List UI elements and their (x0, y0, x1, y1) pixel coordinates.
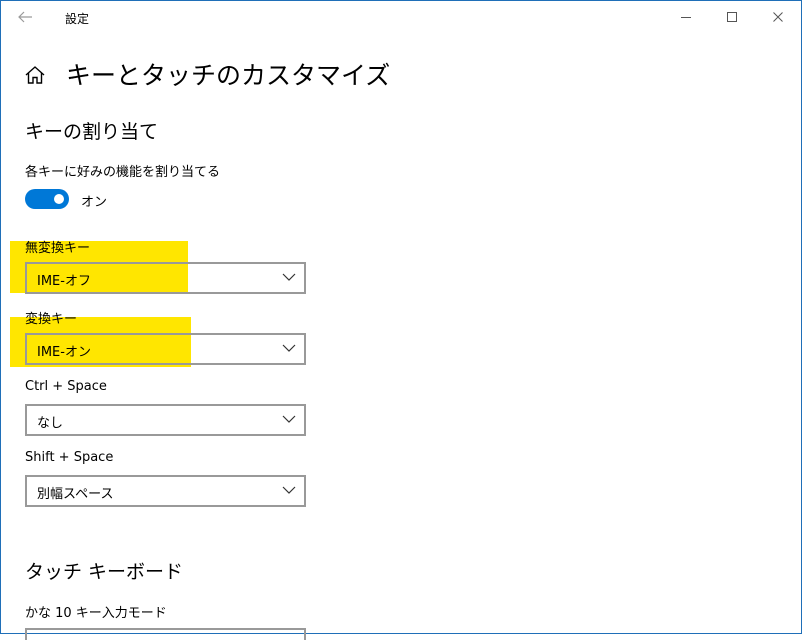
chevron-down-icon (282, 415, 296, 423)
henkan-label: 変換キー (25, 312, 78, 327)
ctrl-space-dropdown[interactable]: なし (25, 404, 306, 436)
henkan-dropdown[interactable]: IME-オン (25, 333, 306, 365)
key-assign-header: キーの割り当て (25, 121, 159, 143)
assign-toggle-label: 各キーに好みの機能を割り当てる (25, 165, 221, 180)
muhenkan-value: IME-オフ (37, 274, 91, 289)
assign-toggle[interactable] (25, 189, 69, 209)
close-icon (773, 12, 783, 22)
shift-space-label: Shift + Space (25, 450, 114, 465)
toggle-state-text: オン (81, 195, 108, 210)
home-icon (25, 66, 45, 84)
touch-keyboard-header: タッチ キーボード (25, 561, 184, 583)
back-button[interactable] (11, 5, 39, 29)
close-button[interactable] (755, 1, 801, 33)
maximize-icon (727, 12, 737, 22)
chevron-down-icon (282, 344, 296, 352)
chevron-down-icon (282, 486, 296, 494)
minimize-button[interactable] (663, 1, 709, 33)
muhenkan-label: 無変換キー (25, 241, 91, 256)
chevron-down-icon (282, 273, 296, 281)
title-bar: 設定 (1, 1, 801, 33)
kana-mode-label: かな 10 キー入力モード (25, 606, 167, 621)
maximize-button[interactable] (709, 1, 755, 33)
window-title: 設定 (65, 12, 90, 26)
minimize-icon (681, 17, 691, 18)
page-title: キーとタッチのカスタマイズ (66, 61, 391, 90)
henkan-value: IME-オン (37, 345, 91, 360)
shift-space-value: 別幅スペース (37, 487, 114, 502)
ctrl-space-label: Ctrl + Space (25, 379, 107, 394)
kana-mode-dropdown[interactable] (25, 628, 306, 640)
ctrl-space-value: なし (37, 416, 64, 431)
back-arrow-icon (18, 11, 32, 23)
home-button[interactable] (24, 64, 46, 86)
shift-space-dropdown[interactable]: 別幅スペース (25, 475, 306, 507)
toggle-knob (54, 194, 64, 204)
muhenkan-dropdown[interactable]: IME-オフ (25, 262, 306, 294)
